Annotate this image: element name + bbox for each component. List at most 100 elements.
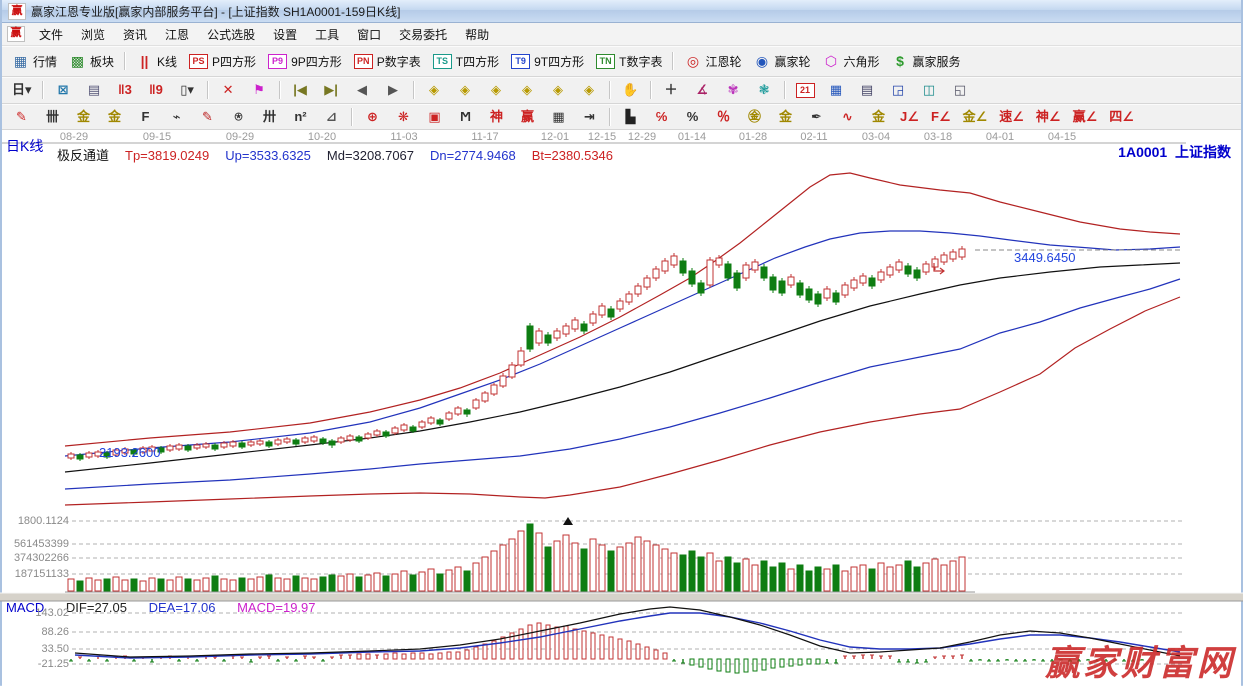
- menu-2[interactable]: 资讯: [114, 24, 156, 45]
- nav-next-button[interactable]: ▶: [380, 79, 407, 101]
- color-flag-button[interactable]: ⚑: [246, 79, 273, 101]
- ying-comb-button[interactable]: 赢: [514, 106, 541, 128]
- notepad-button[interactable]: ▤: [854, 79, 881, 101]
- gold-line-2-button[interactable]: 金: [865, 106, 892, 128]
- pen-line-button[interactable]: ✒: [803, 106, 830, 128]
- histogram-tool-button[interactable]: ▙: [617, 106, 644, 128]
- ying-comb-icon: 赢: [518, 108, 537, 126]
- gold-line-button[interactable]: 金: [772, 106, 799, 128]
- kline-chart-canvas[interactable]: [0, 130, 1243, 686]
- spiral-button[interactable]: ⌁: [163, 106, 190, 128]
- date-tick-02-11: 02-11: [800, 131, 827, 143]
- kline-style-dropdown-button[interactable]: 日▾: [8, 79, 36, 101]
- crystal-tool-button[interactable]: ⊠: [50, 79, 77, 101]
- gann-flower-button[interactable]: ✾: [720, 79, 747, 101]
- compress-x-icon: ◈: [518, 81, 537, 99]
- ma9-tool-button[interactable]: ‖9: [143, 79, 170, 101]
- brain-tool-button[interactable]: ❃: [751, 79, 778, 101]
- circle-target-button[interactable]: ⊕: [359, 106, 386, 128]
- star-burst-button[interactable]: ❋: [390, 106, 417, 128]
- f-angle-button[interactable]: F∠: [927, 106, 955, 128]
- kline-button[interactable]: ||K线: [132, 51, 181, 72]
- gold-angle-button[interactable]: 金∠: [959, 106, 992, 128]
- hexagon-button[interactable]: ⬡六角形: [819, 51, 884, 72]
- percent-angle-icon: ℅: [652, 108, 671, 126]
- su-angle-button[interactable]: 速∠: [995, 106, 1028, 128]
- calendar-button[interactable]: 21: [792, 81, 819, 100]
- menu-8[interactable]: 交易委托: [390, 24, 456, 45]
- time-cycle-button[interactable]: ⍟: [225, 106, 252, 128]
- info-clipboard-button[interactable]: ▤: [81, 79, 108, 101]
- toolbar-separator: [784, 81, 786, 99]
- nav-prev-button[interactable]: ◀: [349, 79, 376, 101]
- winner-wheel-button[interactable]: ◉赢家轮: [749, 51, 814, 72]
- quotes-button[interactable]: ▦行情: [8, 51, 61, 72]
- nav-first-button[interactable]: |◀: [287, 79, 314, 101]
- expand-x-button[interactable]: ◈: [483, 79, 510, 101]
- compress-x-button[interactable]: ◈: [514, 79, 541, 101]
- menu-3[interactable]: 江恩: [156, 24, 198, 45]
- pan-hand-button[interactable]: ✋: [617, 79, 644, 101]
- menu-0[interactable]: 文件: [30, 24, 72, 45]
- p-square-button[interactable]: PSP四方形: [185, 51, 260, 72]
- menu-5[interactable]: 设置: [264, 24, 306, 45]
- shen-angle-button[interactable]: 神∠: [1032, 106, 1065, 128]
- zoom-out-x-button[interactable]: ◈: [421, 79, 448, 101]
- compress-y-button[interactable]: ◈: [576, 79, 603, 101]
- web-export-button[interactable]: ◫: [916, 79, 943, 101]
- span-measure-button[interactable]: ⇥: [576, 106, 603, 128]
- winner-service-icon: $: [892, 53, 909, 70]
- pencil-red-button[interactable]: ✎: [194, 106, 221, 128]
- wave-red-button[interactable]: ∿: [834, 106, 861, 128]
- ma3-tool-button[interactable]: ‖3: [112, 79, 139, 101]
- f-comb-button[interactable]: F: [132, 106, 159, 128]
- percent-angle-button[interactable]: ℅: [648, 106, 675, 128]
- angle-measure-button[interactable]: ∡: [689, 79, 716, 101]
- gold-comb-2-button[interactable]: 金: [101, 106, 128, 128]
- nav-last-button[interactable]: ▶|: [318, 79, 345, 101]
- grid-box-button[interactable]: ▣: [421, 106, 448, 128]
- gann-wheel-button[interactable]: ◎江恩轮: [680, 51, 745, 72]
- sectors-button[interactable]: ▩板块: [65, 51, 118, 72]
- candle-dropdown-button[interactable]: ▯▾: [174, 79, 201, 101]
- menu-1[interactable]: 浏览: [72, 24, 114, 45]
- crosshair-button[interactable]: ＋: [658, 79, 685, 101]
- zoom-in-x-button[interactable]: ◈: [452, 79, 479, 101]
- f-comb-icon: F: [136, 108, 155, 126]
- save-floppy-icon: ◲: [889, 81, 908, 99]
- t-digit-table-button[interactable]: TNT数字表: [592, 51, 666, 72]
- gold-comb-1-button[interactable]: 金: [70, 106, 97, 128]
- shen-comb-button[interactable]: 神: [483, 106, 510, 128]
- ying-angle-button[interactable]: 赢∠: [1069, 106, 1102, 128]
- tool-label: 赢家服务: [913, 53, 961, 70]
- winner-service-button[interactable]: $赢家服务: [888, 51, 965, 72]
- si-angle-button[interactable]: 四∠: [1105, 106, 1138, 128]
- t-square-button[interactable]: TST四方形: [429, 51, 503, 72]
- percent-button[interactable]: %: [679, 106, 706, 128]
- grid-123-button[interactable]: ▦: [545, 106, 572, 128]
- comb-2-button[interactable]: 卅: [256, 106, 283, 128]
- expand-y-button[interactable]: ◈: [545, 79, 572, 101]
- print-button[interactable]: ◱: [947, 79, 974, 101]
- angle-ruler-button[interactable]: ⊿: [318, 106, 345, 128]
- 9p-square-button[interactable]: P99P四方形: [264, 51, 346, 72]
- j-angle-button[interactable]: J∠: [896, 106, 923, 128]
- menu-7[interactable]: 窗口: [348, 24, 390, 45]
- window-titlebar[interactable]: 赢 赢家江恩专业版[赢家内部服务平台] - [上证指数 SH1A0001-159…: [2, 0, 1241, 23]
- 9t-square-button[interactable]: T99T四方形: [507, 51, 588, 72]
- delete-line-button[interactable]: ✕: [215, 79, 242, 101]
- save-floppy-button[interactable]: ◲: [885, 79, 912, 101]
- menu-6[interactable]: 工具: [306, 24, 348, 45]
- circle-target-icon: ⊕: [363, 108, 382, 126]
- chart-area[interactable]: 日K线 08-2909-1509-2910-2011-0311-1712-011…: [2, 130, 1241, 686]
- gann-comb-button[interactable]: 卌: [39, 106, 66, 128]
- pencil-button[interactable]: ✎: [8, 106, 35, 128]
- gold-circle-button[interactable]: ㊎: [741, 106, 768, 128]
- menu-4[interactable]: 公式选股: [198, 24, 264, 45]
- m-marker-button[interactable]: Ϻ: [452, 106, 479, 128]
- calculator-button[interactable]: ▦: [823, 79, 850, 101]
- n-squared-button[interactable]: n²: [287, 106, 314, 128]
- percent-line-button[interactable]: ％: [710, 106, 737, 128]
- menu-9[interactable]: 帮助: [456, 24, 498, 45]
- p-digit-table-button[interactable]: PNP数字表: [350, 51, 425, 72]
